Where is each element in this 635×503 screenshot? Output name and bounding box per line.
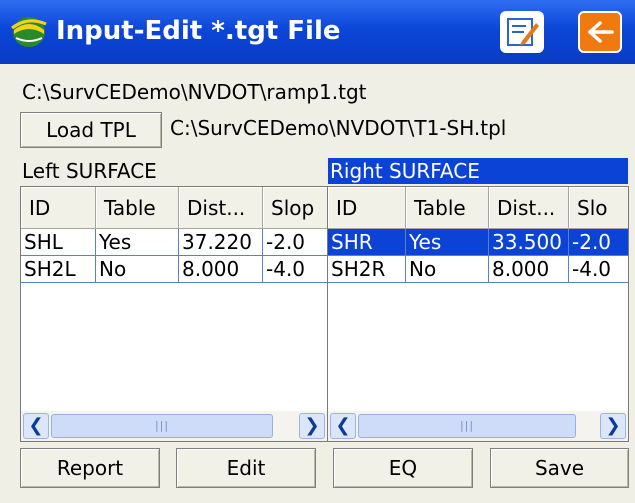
scroll-right-icon[interactable]: ❯ [299, 413, 325, 439]
back-button[interactable] [578, 11, 622, 53]
table-header: ID Table Dist... Slo [328, 187, 628, 229]
scroll-thumb[interactable]: ||| [51, 414, 273, 438]
back-arrow-icon [588, 21, 614, 43]
cell-id: SH2L [21, 256, 96, 283]
tgt-file-path: C:\SurvCEDemo\NVDOT\ramp1.tgt [22, 80, 367, 104]
scroll-left-icon[interactable]: ❮ [330, 413, 356, 439]
cell-dist: 37.220 [179, 229, 263, 256]
scroll-left-icon[interactable]: ❮ [23, 413, 49, 439]
table-row[interactable]: SH2L No 8.000 -4.0 [21, 256, 327, 283]
edit-note-icon [507, 18, 539, 46]
eq-button[interactable]: EQ [333, 448, 473, 488]
cell-dist: 33.500 [489, 229, 569, 256]
cell-id: SHR [328, 229, 406, 256]
cell-slope: -4.0 [263, 256, 327, 283]
horizontal-scrollbar[interactable]: ❮ ||| ❯ [21, 411, 327, 441]
cell-table: No [406, 256, 489, 283]
load-tpl-button[interactable]: Load TPL [20, 112, 162, 148]
cell-table: Yes [406, 229, 489, 256]
edit-button[interactable]: Edit [176, 448, 316, 488]
window-title: Input-Edit *.tgt File [56, 16, 341, 46]
cell-slope: -4.0 [569, 256, 628, 283]
cell-dist: 8.000 [489, 256, 569, 283]
title-bar: Input-Edit *.tgt File [0, 0, 635, 64]
app-logo-icon [11, 17, 47, 47]
right-surface-table[interactable]: ID Table Dist... Slo SHR Yes 33.500 -2.0… [327, 186, 629, 442]
left-surface-label: Left SURFACE [22, 159, 157, 183]
table-row-selected[interactable]: SHR Yes 33.500 -2.0 [328, 229, 628, 256]
table-row[interactable]: SHL Yes 37.220 -2.0 [21, 229, 327, 256]
edit-note-button[interactable] [500, 11, 544, 53]
cell-slope: -2.0 [263, 229, 327, 256]
column-header-slope[interactable]: Slo [569, 187, 628, 229]
scroll-thumb[interactable]: ||| [358, 414, 576, 438]
scroll-right-icon[interactable]: ❯ [600, 413, 626, 439]
column-header-dist[interactable]: Dist... [179, 187, 263, 229]
tpl-file-path: C:\SurvCEDemo\NVDOT\T1-SH.tpl [170, 116, 507, 140]
report-button[interactable]: Report [20, 448, 160, 488]
cell-id: SHL [21, 229, 96, 256]
cell-table: No [96, 256, 179, 283]
column-header-id[interactable]: ID [21, 187, 96, 229]
left-surface-table[interactable]: ID Table Dist... Slop SHL Yes 37.220 -2.… [20, 186, 328, 442]
column-header-table[interactable]: Table [96, 187, 179, 229]
cell-slope: -2.0 [569, 229, 628, 256]
table-header: ID Table Dist... Slop [21, 187, 327, 229]
column-header-table[interactable]: Table [406, 187, 489, 229]
right-surface-label: Right SURFACE [328, 158, 628, 184]
column-header-id[interactable]: ID [328, 187, 406, 229]
column-header-slope[interactable]: Slop [263, 187, 327, 229]
save-button[interactable]: Save [490, 448, 629, 488]
cell-dist: 8.000 [179, 256, 263, 283]
column-header-dist[interactable]: Dist... [489, 187, 569, 229]
cell-table: Yes [96, 229, 179, 256]
table-row[interactable]: SH2R No 8.000 -4.0 [328, 256, 628, 283]
horizontal-scrollbar[interactable]: ❮ ||| ❯ [328, 411, 628, 441]
cell-id: SH2R [328, 256, 406, 283]
